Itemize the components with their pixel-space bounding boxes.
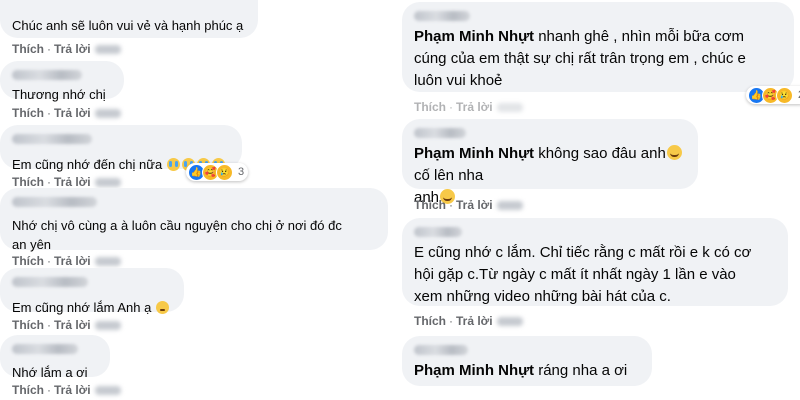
comment-text-line: cúng của em thật sự chị rất trân trọng e…: [414, 50, 746, 67]
comment-text: Chúc anh sẽ luôn vui vẻ và hạnh phúc ạ: [12, 18, 244, 33]
comment-text-line: cố lên nha: [414, 167, 484, 184]
author-name-redacted[interactable]: [12, 134, 92, 144]
comment-text: Nhớ lắm a ơi: [12, 365, 88, 380]
like-button[interactable]: Thích: [12, 318, 44, 332]
comment: Chúc anh sẽ luôn vui vẻ và hạnh phúc ạ: [0, 0, 258, 38]
comment: Thương nhớ chị: [0, 61, 124, 102]
comment-text-line: luôn vui khoẻ: [414, 72, 503, 89]
comment-text-line: E cũng nhớ c lắm. Chỉ tiếc rằng c mất rồ…: [414, 244, 752, 261]
timestamp-redacted: [496, 317, 523, 327]
like-button[interactable]: Thích: [414, 314, 446, 328]
comment-bubble: Phạm Minh Nhựt nhanh ghê , nhìn mỗi bữa …: [402, 2, 794, 92]
comment-bubble: Phạm Minh Nhựt không sao đâu anh cố lên …: [402, 119, 698, 206]
author-name-redacted[interactable]: [12, 344, 78, 354]
comment-text-line: nhanh ghê , nhìn mỗi bữa cơm: [534, 28, 745, 45]
reply-button[interactable]: Trả lời: [456, 314, 493, 328]
comment-text-line: Nhớ chị vô cùng a à luôn cầu nguyện cho …: [12, 218, 342, 233]
comment-text: Em cũng nhớ lắm Anh ạ: [12, 300, 152, 315]
right-comment-column: Phạm Minh Nhựt nhanh ghê , nhìn mỗi bữa …: [400, 0, 800, 400]
comment: Nhớ lắm a ơi: [0, 335, 110, 380]
comment-text: Em cũng nhớ đến chị nữa: [12, 157, 163, 172]
comment-author[interactable]: Phạm Minh Nhựt: [414, 28, 534, 45]
reaction-count: 3: [238, 166, 245, 178]
comment-bubble: Em cũng nhớ lắm Anh ạ: [0, 268, 184, 315]
author-name-redacted[interactable]: [414, 227, 462, 237]
reply-button[interactable]: Trả lời: [54, 175, 91, 189]
comment-bubble: E cũng nhớ c lắm. Chỉ tiếc rằng c mất rồ…: [402, 218, 788, 306]
timestamp-redacted: [94, 45, 121, 55]
timestamp-redacted: [496, 201, 523, 211]
comment-text-line: ráng nha a ơi: [534, 362, 628, 379]
comment-bubble: Nhớ chị vô cùng a à luôn cầu nguyện cho …: [0, 188, 388, 252]
reply-button[interactable]: Trả lời: [54, 318, 91, 332]
reply-button[interactable]: Trả lời: [54, 106, 91, 120]
reply-button[interactable]: Trả lời: [456, 198, 493, 212]
timestamp-redacted: [496, 103, 523, 113]
author-name-redacted[interactable]: [12, 197, 97, 207]
comment-bubble: Nhớ lắm a ơi: [0, 335, 110, 380]
crying-emoji-icon: [166, 158, 180, 171]
comment-author[interactable]: Phạm Minh Nhựt: [414, 145, 534, 162]
timestamp-redacted: [94, 321, 121, 331]
comment-text-line: không sao đâu anh: [534, 145, 666, 162]
like-button[interactable]: Thích: [414, 100, 446, 114]
reply-button[interactable]: Trả lời: [456, 100, 493, 114]
comment-actions: Thích · Trả lời: [414, 198, 523, 212]
comment-actions: Thích · Trả lời: [414, 100, 523, 114]
like-button[interactable]: Thích: [12, 106, 44, 120]
comment: E cũng nhớ c lắm. Chỉ tiếc rằng c mất rồ…: [402, 218, 788, 306]
comment-text: Thương nhớ chị: [12, 87, 106, 102]
author-name-redacted[interactable]: [12, 277, 88, 287]
like-button[interactable]: Thích: [12, 175, 44, 189]
comment: Nhớ chị vô cùng a à luôn cầu nguyện cho …: [0, 188, 388, 252]
author-name-redacted[interactable]: [414, 345, 468, 355]
like-button[interactable]: Thích: [414, 198, 446, 212]
author-name-redacted[interactable]: [414, 128, 466, 138]
comment-bubble: Thương nhớ chị: [0, 61, 124, 102]
comment: Phạm Minh Nhựt nhanh ghê , nhìn mỗi bữa …: [402, 2, 800, 104]
comment: Em cũng nhớ đến chị nữa 👍 🥰 😢 3: [0, 125, 249, 181]
smile-emoji-icon: [666, 145, 682, 160]
comment-author[interactable]: Phạm Minh Nhựt: [414, 362, 534, 379]
comment-actions: Thích · Trả lời: [12, 106, 121, 120]
reply-button[interactable]: Trả lời: [54, 383, 91, 397]
comment: Phạm Minh Nhựt ráng nha a ơi: [402, 336, 652, 386]
like-button[interactable]: Thích: [12, 254, 44, 268]
comment-text-line: an yên: [12, 237, 52, 252]
author-name-redacted[interactable]: [414, 11, 470, 21]
comment-text-line: xem những video những bài hát của c.: [414, 288, 671, 305]
comment: Em cũng nhớ lắm Anh ạ: [0, 268, 184, 315]
comment: Phạm Minh Nhựt không sao đâu anh cố lên …: [402, 119, 698, 206]
reaction-summary[interactable]: 👍 🥰 😢 2: [746, 86, 800, 104]
worried-emoji-icon: [155, 301, 169, 314]
like-button[interactable]: Thích: [12, 383, 44, 397]
comment-bubble: Chúc anh sẽ luôn vui vẻ và hạnh phúc ạ: [0, 0, 258, 38]
comment-actions: Thích · Trả lời: [12, 318, 121, 332]
author-name-redacted[interactable]: [12, 70, 82, 80]
reaction-summary[interactable]: 👍 🥰 😢 3: [186, 163, 249, 181]
timestamp-redacted: [94, 257, 121, 267]
comment-actions: Thích · Trả lời: [12, 254, 121, 268]
comment-actions: Thích · Trả lời: [12, 383, 121, 397]
comment-actions: Thích · Trả lời: [12, 175, 121, 189]
sad-reaction-icon: 😢: [776, 86, 793, 104]
comment-bubble: Phạm Minh Nhựt ráng nha a ơi: [402, 336, 652, 386]
comment-actions: Thích · Trả lời: [12, 42, 121, 56]
comment-actions: Thích · Trả lời: [414, 314, 523, 328]
reply-button[interactable]: Trả lời: [54, 254, 91, 268]
sad-reaction-icon: 😢: [216, 163, 233, 181]
timestamp-redacted: [94, 109, 121, 119]
left-comment-column: Chúc anh sẽ luôn vui vẻ và hạnh phúc ạ T…: [0, 0, 396, 400]
reply-button[interactable]: Trả lời: [54, 42, 91, 56]
comment-text-line: hội gặp c.Từ ngày c mất ít nhất ngày 1 l…: [414, 266, 736, 283]
timestamp-redacted: [94, 386, 121, 396]
timestamp-redacted: [94, 178, 121, 188]
like-button[interactable]: Thích: [12, 42, 44, 56]
